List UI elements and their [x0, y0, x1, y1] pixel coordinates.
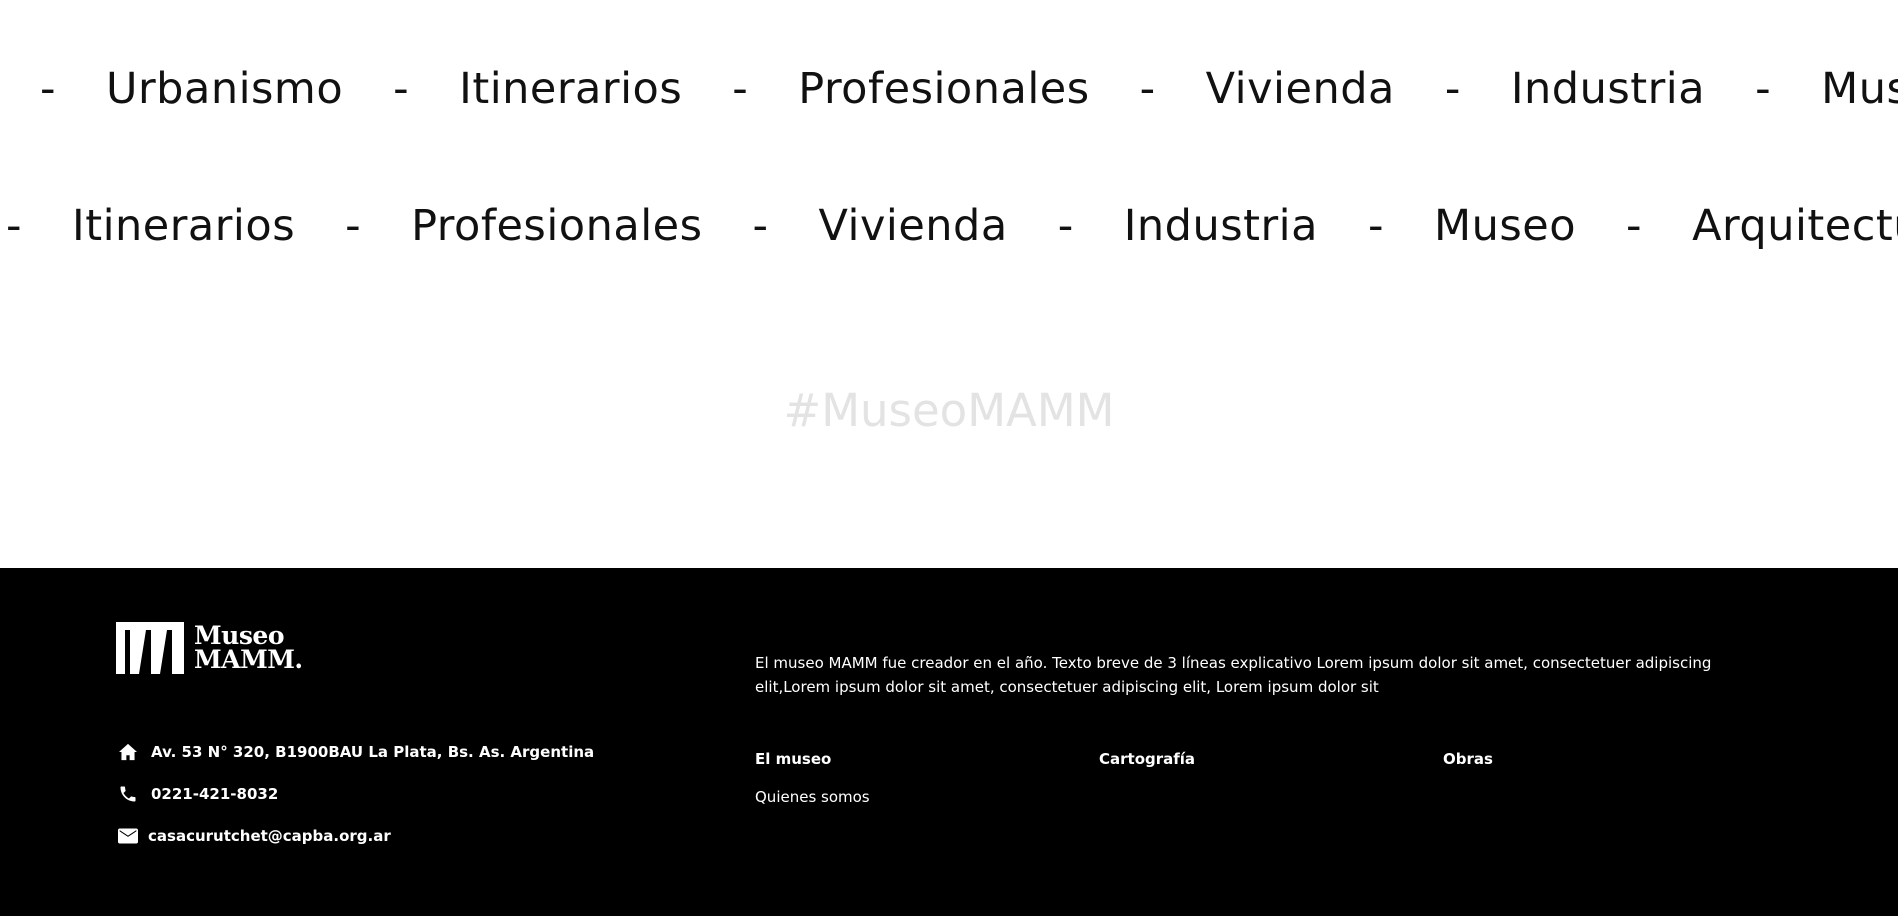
- address-text: Av. 53 N° 320, B1900BAU La Plata, Bs. As…: [151, 743, 595, 761]
- email-link[interactable]: casacurutchet@capba.org.ar: [148, 827, 391, 845]
- logo-wordmark: Museo MAMM.: [194, 621, 303, 674]
- phone-link[interactable]: 0221-421-8032: [151, 785, 278, 803]
- column-title: Cartografía: [1099, 750, 1196, 768]
- mail-icon: [118, 826, 138, 846]
- marquee-item: - Vivienda: [752, 201, 1008, 251]
- link-quienes-somos[interactable]: Quienes somos: [755, 788, 870, 806]
- contact-address: Av. 53 N° 320, B1900BAU La Plata, Bs. As…: [118, 742, 594, 762]
- marquee-item: - Urbanismo: [40, 64, 344, 114]
- marquee-item: -Museo: [1755, 64, 1898, 114]
- site-footer: Museo MAMM. Av. 53 N° 320, B1900BAU La P…: [0, 568, 1898, 916]
- footer-column-cartografia: Cartografía: [1099, 750, 1195, 768]
- contact-phone: 0221-421-8032: [118, 784, 594, 804]
- column-title: El museo: [755, 750, 832, 768]
- phone-icon: [118, 784, 138, 804]
- footer-column-el-museo: El museo Quienes somos: [755, 750, 870, 806]
- marquee-top: - Urbanismo - Itinerarios - Profesionales -…: [0, 54, 1898, 124]
- marquee-item: - Industria: [1057, 201, 1318, 251]
- footer-logo[interactable]: Museo MAMM.: [116, 622, 303, 674]
- marquee-item: - Profesionales: [345, 201, 703, 251]
- column-title: Obras: [1443, 750, 1493, 768]
- marquee-item: - Vivienda: [1139, 64, 1395, 114]
- contact-email: casacurutchet@capba.org.ar: [118, 826, 594, 846]
- hashtag-heading: #MuseoMAMM: [783, 384, 1115, 437]
- about-text: El museo MAMM fue creador en el año. Tex…: [755, 654, 1712, 696]
- marquee-top-track: - Urbanismo - Itinerarios - Profesionales -…: [40, 54, 1898, 124]
- footer-column-obras: Obras: [1443, 750, 1493, 768]
- marquee-item: - Profesionales: [732, 64, 1090, 114]
- contact-list: Av. 53 N° 320, B1900BAU La Plata, Bs. As…: [118, 742, 594, 868]
- marquee-bottom: - Itinerarios - Profesionales - Vivienda -I…: [0, 191, 1898, 261]
- marquee-item: - Itinerarios: [393, 64, 683, 114]
- mamm-logo-icon: [116, 622, 184, 674]
- marquee-item: - Itinerarios: [6, 201, 296, 251]
- home-icon: [118, 742, 138, 762]
- marquee-bottom-track: - Itinerarios - Profesionales - Vivienda -I…: [6, 191, 1898, 261]
- marquee-item: -Museo: [1367, 201, 1577, 251]
- marquee-item: -Arquitectura: [1626, 201, 1898, 251]
- marquee-item: - Industria: [1444, 64, 1706, 114]
